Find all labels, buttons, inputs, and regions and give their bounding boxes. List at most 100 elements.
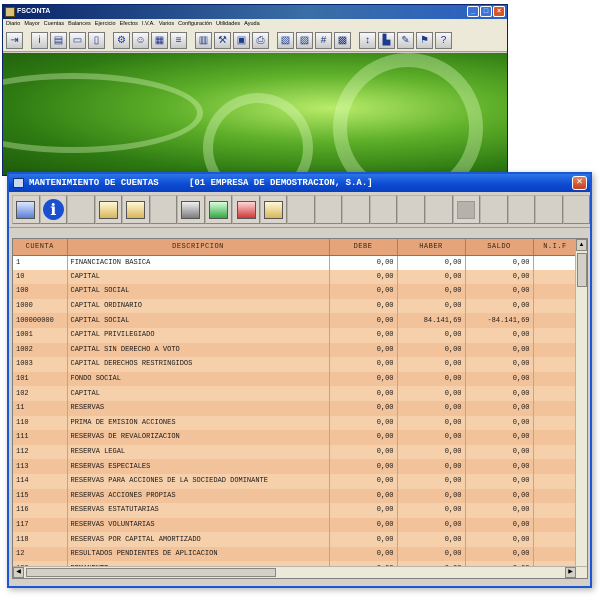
report-icon[interactable]: ▧ — [277, 32, 294, 49]
vertical-scroll-thumb[interactable] — [577, 253, 587, 287]
info-icon[interactable]: i — [31, 32, 48, 49]
cell-descripcion: CAPITAL PRIVILEGIADO — [67, 327, 330, 343]
add-green-button[interactable] — [204, 195, 233, 224]
calc-icon[interactable]: # — [315, 32, 332, 49]
table-row[interactable]: 1002 CAPITAL SIN DERECHO A VOTO 0,00 0,00 0,… — [13, 342, 578, 358]
vertical-scrollbar[interactable]: ▲ — [575, 239, 587, 567]
menu-item-3[interactable]: Balances — [68, 19, 91, 30]
cell-saldo: 0,00 — [465, 298, 534, 314]
menu-item-9[interactable]: Utilidades — [216, 19, 240, 30]
main-window: FSCONTA _ □ × Diario Mayor Cuentas Balances… — [2, 4, 508, 176]
table-row[interactable]: 102 CAPITAL 0,00 0,00 0,00 — [13, 386, 578, 401]
menu-item-10[interactable]: Ayuda — [244, 19, 260, 30]
table-row[interactable]: 114 RESERVAS PARA ACCIONES DE LA SOCIEDAD… — [13, 473, 578, 489]
table-row[interactable]: 100000000 CAPITAL SOCIAL 0,00 84.141,69 -84.… — [13, 313, 578, 328]
help-icon[interactable]: ? — [435, 32, 452, 49]
dialog-toolbar: i — [9, 192, 590, 228]
menu-item-6[interactable]: I.V.A. — [142, 19, 155, 30]
tools-icon[interactable]: ⚒ — [214, 32, 231, 49]
list-button[interactable] — [259, 195, 288, 224]
column-header-nif[interactable]: N.I.F — [533, 239, 578, 256]
cell-debe: 0,00 — [329, 444, 398, 460]
main-title-bar[interactable]: FSCONTA _ □ × — [3, 5, 507, 19]
accounts-grid[interactable]: CUENTA DESCRIPCION DEBE HABER SALDO N.I.F 1 FI… — [12, 238, 588, 579]
column-header-haber[interactable]: HABER — [397, 239, 466, 256]
maximize-button[interactable]: □ — [480, 6, 492, 17]
menu-item-4[interactable]: Ejercicio — [95, 19, 116, 30]
main-close-button[interactable]: × — [493, 6, 505, 17]
file-icon[interactable]: ▯ — [88, 32, 105, 49]
grid-icon[interactable]: ▩ — [334, 32, 351, 49]
flag-icon[interactable]: ⚑ — [416, 32, 433, 49]
list-icon[interactable]: ≡ — [170, 32, 187, 49]
exit-button[interactable] — [12, 195, 40, 224]
table-row[interactable]: 116 RESERVAS ESTATUTARIAS 0,00 0,00 0,00 — [13, 503, 578, 518]
doc-icon[interactable]: ▦ — [151, 32, 168, 49]
print-icon[interactable]: ⎙ — [252, 32, 269, 49]
menu-item-7[interactable]: Varios — [159, 19, 174, 30]
chart-icon[interactable]: ▥ — [195, 32, 212, 49]
table-row[interactable]: 112 RESERVA LEGAL 0,00 0,00 0,00 — [13, 444, 578, 460]
column-header-descripcion[interactable]: DESCRIPCION — [67, 239, 330, 256]
table-row[interactable]: 11 RESERVAS 0,00 0,00 0,00 — [13, 400, 578, 416]
menu-item-2[interactable]: Cuentas — [44, 19, 65, 30]
cell-cuenta: 113 — [13, 459, 68, 474]
dialog-close-button[interactable]: ✕ — [572, 176, 587, 190]
column-header-cuenta[interactable]: CUENTA — [13, 239, 68, 256]
exit-icon[interactable]: ⇥ — [6, 32, 23, 49]
column-header-saldo[interactable]: SALDO — [465, 239, 534, 256]
table-body: 1 FINANCIACION BASICA 0,00 0,00 0,00 10 CAPITA… — [13, 255, 578, 577]
card-icon[interactable]: ▭ — [69, 32, 86, 49]
delete-red-button[interactable] — [232, 195, 260, 224]
table-row[interactable]: 101 FONDO SOCIAL 0,00 0,00 0,00 — [13, 371, 578, 387]
edit-icon[interactable]: ✎ — [397, 32, 414, 49]
cell-nif — [533, 503, 578, 518]
table-row[interactable]: 1 FINANCIACION BASICA 0,00 0,00 0,00 — [13, 255, 578, 270]
calendar-icon[interactable]: ▣ — [233, 32, 250, 49]
disabled-button[interactable] — [452, 195, 481, 224]
column-header-debe[interactable]: DEBE — [329, 239, 398, 256]
scroll-left-icon[interactable]: ◀ — [13, 567, 24, 578]
cell-debe: 0,00 — [329, 503, 398, 518]
cell-saldo: 0,00 — [465, 517, 534, 533]
delete-red-icon — [236, 200, 256, 219]
table-row[interactable]: 115 RESERVAS ACCIONES PROPIAS 0,00 0,00 0,00 — [13, 488, 578, 504]
minimize-button[interactable]: _ — [467, 6, 479, 17]
scroll-right-icon[interactable]: ▶ — [565, 567, 576, 578]
cell-cuenta: 111 — [13, 430, 68, 445]
stats-icon[interactable]: ▙ — [378, 32, 395, 49]
menu-item-1[interactable]: Mayor — [24, 19, 39, 30]
table-row[interactable]: 110 PRIMA DE EMISION ACCIONES 0,00 0,00 0,00 — [13, 415, 578, 431]
table-row[interactable]: 111 RESERVAS DE REVALORIZACION 0,00 0,00 0,0… — [13, 430, 578, 445]
horizontal-scrollbar[interactable]: ◀ ▶ — [13, 566, 587, 578]
cell-haber: 0,00 — [397, 371, 466, 387]
sheet-icon[interactable]: ▨ — [296, 32, 313, 49]
table-row[interactable]: 1000 CAPITAL ORDINARIO 0,00 0,00 0,00 — [13, 298, 578, 314]
gear-icon[interactable]: ⚙ — [113, 32, 130, 49]
table-row[interactable]: 117 RESERVAS VOLUNTARIAS 0,00 0,00 0,00 — [13, 517, 578, 533]
table-row[interactable]: 1003 CAPITAL DERECHOS RESTRINGIDOS 0,00 0,0… — [13, 357, 578, 372]
book-icon[interactable]: ▤ — [50, 32, 67, 49]
cell-nif — [533, 313, 578, 328]
scroll-up-icon[interactable]: ▲ — [576, 239, 587, 251]
table-row[interactable]: 10 CAPITAL 0,00 0,00 0,00 — [13, 269, 578, 285]
table-row[interactable]: 118 RESERVAS POR CAPITAL AMORTIZADO 0,00 0,… — [13, 532, 578, 547]
book-button[interactable] — [94, 195, 123, 224]
info-button[interactable]: i — [39, 195, 68, 224]
app-icon — [5, 7, 15, 17]
people-icon[interactable]: ☺ — [132, 32, 149, 49]
menu-item-0[interactable]: Diario — [6, 19, 20, 30]
table-button[interactable] — [122, 195, 150, 224]
sort-icon[interactable]: ↕ — [359, 32, 376, 49]
cell-debe: 0,00 — [329, 298, 398, 314]
table-row[interactable]: 113 RESERVAS ESPECIALES 0,00 0,00 0,00 — [13, 459, 578, 474]
table-row[interactable]: 100 CAPITAL SOCIAL 0,00 0,00 0,00 — [13, 284, 578, 299]
gear-button[interactable] — [177, 195, 205, 224]
menu-item-5[interactable]: Efectos — [120, 19, 138, 30]
horizontal-scroll-thumb[interactable] — [26, 568, 276, 577]
menu-item-8[interactable]: Configuración — [178, 19, 212, 30]
dialog-title-bar[interactable]: MANTENIMIENTO DE CUENTAS [01 EMPRESA DE … — [9, 174, 590, 192]
cell-debe: 0,00 — [329, 459, 398, 474]
table-row[interactable]: 1001 CAPITAL PRIVILEGIADO 0,00 0,00 0,00 — [13, 327, 578, 343]
table-row[interactable]: 12 RESULTADOS PENDIENTES DE APLICACION 0,0… — [13, 546, 578, 562]
